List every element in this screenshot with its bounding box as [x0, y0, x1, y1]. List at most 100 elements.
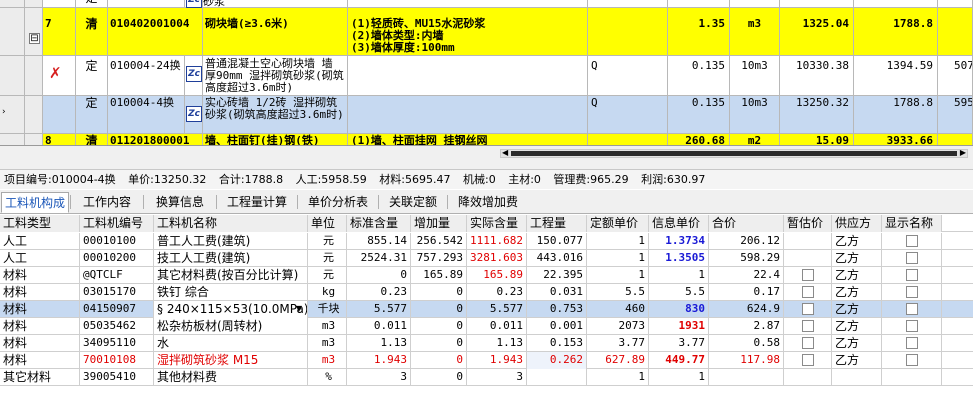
resource-name-cell[interactable]: 铁钉 综合 — [154, 284, 308, 301]
resource-price-cell[interactable]: 460 — [587, 301, 649, 318]
resource-add-cell[interactable]: 0 — [411, 369, 467, 386]
resource-estimate-cell[interactable] — [784, 267, 832, 284]
resource-show-cell[interactable] — [882, 335, 942, 352]
resource-actual-cell[interactable]: 1111.682 — [467, 233, 527, 250]
resource-add-cell[interactable]: 0 — [411, 318, 467, 335]
resource-estimate-cell[interactable] — [784, 301, 832, 318]
scroll-right-arrow-icon[interactable]: ▶ — [960, 148, 966, 157]
resource-info_price-cell[interactable]: 5.5 — [649, 284, 709, 301]
resource-estimate-cell[interactable] — [784, 233, 832, 250]
resource-name-cell[interactable]: 其他材料费 — [154, 369, 308, 386]
resource-show-cell[interactable] — [882, 267, 942, 284]
resource-std-cell[interactable]: 5.577 — [347, 301, 411, 318]
resource-total-cell[interactable]: 598.29 — [709, 250, 784, 267]
resource-total-cell[interactable]: 117.98 — [709, 352, 784, 369]
estimate-checkbox[interactable] — [801, 285, 814, 298]
zc-icon[interactable]: Zc — [186, 106, 202, 122]
resource-info_price-cell[interactable]: 1.3505 — [649, 250, 709, 267]
resource-unit-cell[interactable]: 千块 — [308, 301, 347, 318]
estimate-checkbox[interactable] — [801, 268, 814, 281]
quota-row[interactable]: 定 砂浆 — [0, 0, 973, 8]
resource-price-cell[interactable]: 3.77 — [587, 335, 649, 352]
resource-actual-cell[interactable]: 0.011 — [467, 318, 527, 335]
resource-type-cell[interactable]: 人工 — [0, 250, 80, 267]
resource-supplier-cell[interactable]: 乙方 — [832, 301, 882, 318]
resource-std-cell[interactable]: 1.943 — [347, 352, 411, 369]
resource-estimate-cell[interactable] — [784, 352, 832, 369]
tab-work-content[interactable]: 工作内容 — [72, 192, 142, 213]
resource-qty-cell[interactable]: 0.262 — [527, 352, 587, 369]
estimate-checkbox[interactable] — [801, 336, 814, 349]
show-name-checkbox[interactable] — [905, 285, 918, 298]
resource-unit-cell[interactable]: m3 — [308, 352, 347, 369]
resource-code-cell[interactable]: 00010200 — [80, 250, 154, 267]
show-name-checkbox[interactable] — [905, 268, 918, 281]
resource-name-cell[interactable]: 湿拌砌筑砂浆 M15 — [154, 352, 308, 369]
resource-info_price-cell[interactable]: 1 — [649, 267, 709, 284]
resource-supplier-cell[interactable] — [832, 369, 882, 386]
show-name-checkbox[interactable] — [905, 251, 918, 264]
resource-actual-cell[interactable]: 1.13 — [467, 335, 527, 352]
column-header[interactable]: 工程量 — [527, 215, 587, 232]
show-name-checkbox[interactable] — [905, 336, 918, 349]
resource-row[interactable]: 材料 05035462 松杂枋板材(周转材) m3 0.011 0 0.011 0.001 20… — [0, 318, 973, 335]
tab-efficiency-fee[interactable]: 降效增加费 — [449, 192, 527, 213]
resource-unit-cell[interactable]: 元 — [308, 267, 347, 284]
show-name-checkbox[interactable] — [905, 319, 918, 332]
column-header[interactable]: 标准含量 — [347, 215, 411, 232]
resource-total-cell[interactable] — [709, 369, 784, 386]
resource-total-cell[interactable]: 22.4 — [709, 267, 784, 284]
resource-type-cell[interactable]: 材料 — [0, 352, 80, 369]
column-header[interactable]: 显示名称 — [882, 215, 942, 232]
resource-qty-cell[interactable]: 0.753 — [527, 301, 587, 318]
resource-price-cell[interactable]: 1 — [587, 267, 649, 284]
quota-row-bill[interactable]: 8 清 011201800001 墙、柱面钉(挂)钢(铁) (1)墙、柱面挂网 … — [0, 134, 973, 145]
resource-supplier-cell[interactable]: 乙方 — [832, 335, 882, 352]
quota-row-bill[interactable]: 7 清 010402001004 砌块墙(≥3.6米) (1)轻质砖、MU15水… — [0, 8, 973, 56]
resource-price-cell[interactable]: 1 — [587, 369, 649, 386]
column-header[interactable]: 工料机编号 — [80, 215, 154, 232]
resource-qty-cell[interactable]: 0.001 — [527, 318, 587, 335]
resource-actual-cell[interactable]: 3281.603 — [467, 250, 527, 267]
resource-supplier-cell[interactable]: 乙方 — [832, 352, 882, 369]
resource-total-cell[interactable]: 2.87 — [709, 318, 784, 335]
resource-estimate-cell[interactable] — [784, 318, 832, 335]
estimate-checkbox[interactable] — [801, 302, 814, 315]
resource-name-cell[interactable]: 技工人工费(建筑) — [154, 250, 308, 267]
resource-row[interactable]: 其它材料 39005410 其他材料费% 3 0 3 1 1 — [0, 369, 973, 386]
resource-name-cell[interactable]: 水 — [154, 335, 308, 352]
resource-name-cell[interactable]: 普工人工费(建筑) — [154, 233, 308, 250]
resource-add-cell[interactable]: 757.293 — [411, 250, 467, 267]
resource-supplier-cell[interactable]: 乙方 — [832, 233, 882, 250]
column-header[interactable]: 暂估价 — [784, 215, 832, 232]
panel-splitter[interactable]: ◀ ▶ — [0, 146, 973, 170]
show-name-checkbox[interactable] — [905, 353, 918, 366]
resource-total-cell[interactable]: 0.17 — [709, 284, 784, 301]
scroll-thumb[interactable] — [511, 151, 957, 156]
column-header[interactable]: 定额单价 — [587, 215, 649, 232]
resource-type-cell[interactable]: 其它材料 — [0, 369, 80, 386]
resource-show-cell[interactable] — [882, 369, 942, 386]
resource-qty-cell[interactable]: 443.016 — [527, 250, 587, 267]
resource-actual-cell[interactable]: 3 — [467, 369, 527, 386]
resource-std-cell[interactable]: 3 — [347, 369, 411, 386]
resource-name-cell[interactable]: § 240×115×53(10.0MPa) ▼ — [154, 301, 308, 318]
column-header[interactable]: 供应方 — [832, 215, 882, 232]
resource-row[interactable]: 材料 34095110 水 m3 1.13 0 1.13 0.153 3.77 3.77 0.58 乙… — [0, 335, 973, 352]
resource-qty-cell[interactable]: 0.031 — [527, 284, 587, 301]
resource-qty-cell[interactable]: 0.153 — [527, 335, 587, 352]
resource-code-cell[interactable]: 04150907 — [80, 301, 154, 318]
scroll-left-arrow-icon[interactable]: ◀ — [502, 148, 508, 157]
resource-actual-cell[interactable]: 5.577 — [467, 301, 527, 318]
resource-price-cell[interactable]: 2073 — [587, 318, 649, 335]
resource-price-cell[interactable]: 1 — [587, 250, 649, 267]
resource-actual-cell[interactable]: 165.89 — [467, 267, 527, 284]
resource-code-cell[interactable]: 00010100 — [80, 233, 154, 250]
resource-show-cell[interactable] — [882, 318, 942, 335]
resource-unit-cell[interactable]: 元 — [308, 250, 347, 267]
resource-type-cell[interactable]: 人工 — [0, 233, 80, 250]
resource-row[interactable]: 材料 70010108 湿拌砌筑砂浆 M15 m3 1.943 0 1.943 0.262 62… — [0, 352, 973, 369]
resource-add-cell[interactable]: 165.89 — [411, 267, 467, 284]
column-header[interactable]: 信息单价 — [649, 215, 709, 232]
resource-code-cell[interactable]: 70010108 — [80, 352, 154, 369]
